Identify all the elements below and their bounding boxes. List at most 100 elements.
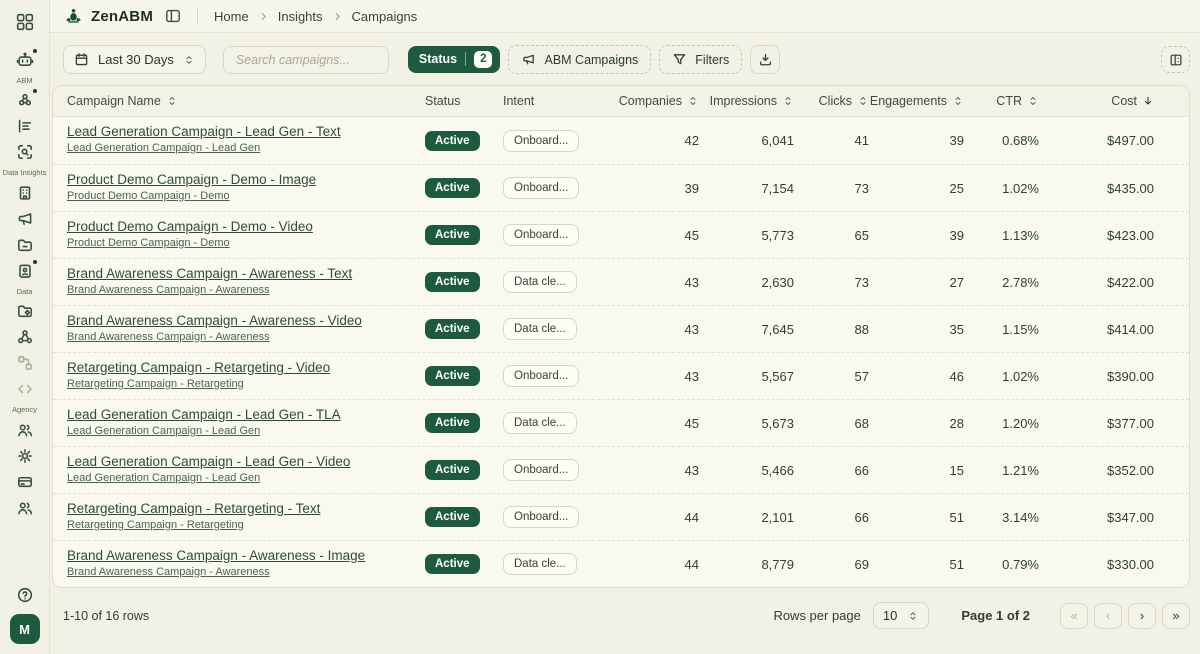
status-badge: Active [425, 366, 480, 386]
cost-cell: $330.00 [1039, 557, 1154, 572]
campaign-link[interactable]: Brand Awareness Campaign - Awareness - V… [67, 313, 425, 328]
campaign-group-link[interactable]: Retargeting Campaign - Retargeting [67, 378, 425, 390]
last-page-button[interactable]: » [1162, 603, 1190, 629]
report-list-icon[interactable] [16, 117, 34, 135]
table-row: Product Demo Campaign - Demo - Video Pro… [53, 211, 1189, 258]
impressions-cell: 2,101 [699, 510, 794, 525]
export-download-button[interactable] [750, 45, 780, 74]
status-filter-button[interactable]: Status 2 [408, 46, 501, 74]
intent-button[interactable]: Data cle... [503, 318, 577, 340]
column-header-engagements[interactable]: Engagements [869, 94, 964, 108]
breadcrumb: Home Insights Campaigns [214, 9, 417, 24]
campaigns-table: Campaign Name Status Intent Companies Im… [52, 85, 1190, 588]
code-icon[interactable] [16, 380, 34, 398]
campaign-link[interactable]: Lead Generation Campaign - Lead Gen - Vi… [67, 454, 425, 469]
id-badge-icon[interactable] [16, 262, 34, 280]
campaign-group-link[interactable]: Brand Awareness Campaign - Awareness [67, 566, 425, 578]
campaign-name-cell: Retargeting Campaign - Retargeting - Vid… [67, 360, 425, 393]
campaign-link[interactable]: Retargeting Campaign - Retargeting - Vid… [67, 360, 425, 375]
apps-grid-icon[interactable] [16, 13, 34, 31]
column-header-impressions[interactable]: Impressions [699, 94, 794, 108]
breadcrumb-campaigns[interactable]: Campaigns [352, 9, 418, 24]
campaign-group-link[interactable]: Lead Generation Campaign - Lead Gen [67, 425, 425, 437]
date-range-select[interactable]: Last 30 Days [63, 45, 206, 74]
table-row: Product Demo Campaign - Demo - Image Pro… [53, 164, 1189, 211]
sort-icon [857, 95, 869, 107]
help-icon[interactable] [16, 586, 34, 604]
intent-button[interactable]: Onboard... [503, 459, 579, 481]
intent-button[interactable]: Data cle... [503, 553, 577, 575]
previous-page-button[interactable]: ‹ [1094, 603, 1122, 629]
search-input[interactable] [223, 46, 389, 74]
folder-icon[interactable] [16, 236, 34, 254]
intent-button[interactable]: Data cle... [503, 412, 577, 434]
chevron-right-icon [258, 11, 269, 22]
users-icon[interactable] [16, 499, 34, 517]
campaign-link[interactable]: Lead Generation Campaign - Lead Gen - Te… [67, 124, 425, 139]
filters-button[interactable]: Filters [659, 45, 742, 74]
campaign-link[interactable]: Product Demo Campaign - Demo - Image [67, 172, 425, 187]
column-header-campaign-name[interactable]: Campaign Name [67, 94, 425, 108]
status-cell: Active [425, 225, 503, 245]
cluster-icon[interactable] [16, 91, 34, 109]
companies-cell: 43 [613, 322, 699, 337]
user-avatar[interactable]: M [10, 614, 40, 644]
settings-gear-icon[interactable] [16, 447, 34, 465]
column-settings-button[interactable] [1161, 46, 1190, 73]
column-header-clicks[interactable]: Clicks [794, 94, 869, 108]
campaign-link[interactable]: Lead Generation Campaign - Lead Gen - TL… [67, 407, 425, 422]
intent-button[interactable]: Onboard... [503, 365, 579, 387]
clicks-cell: 57 [794, 369, 869, 384]
campaign-link[interactable]: Product Demo Campaign - Demo - Video [67, 219, 425, 234]
building-icon[interactable] [16, 184, 34, 202]
abm-campaigns-button[interactable]: ABM Campaigns [508, 45, 651, 74]
status-filter-count-badge: 2 [474, 51, 492, 69]
impressions-cell: 5,673 [699, 416, 794, 431]
chevron-up-down-icon [183, 54, 195, 66]
folder-settings-icon[interactable] [16, 302, 34, 320]
campaign-group-link[interactable]: Lead Generation Campaign - Lead Gen [67, 142, 425, 154]
column-header-ctr[interactable]: CTR [964, 94, 1039, 108]
impressions-cell: 5,466 [699, 463, 794, 478]
intent-button[interactable]: Onboard... [503, 506, 579, 528]
impressions-cell: 8,779 [699, 557, 794, 572]
breadcrumb-insights[interactable]: Insights [278, 9, 323, 24]
nodes-icon[interactable] [16, 354, 34, 372]
megaphone-icon[interactable] [16, 210, 34, 228]
campaign-link[interactable]: Brand Awareness Campaign - Awareness - I… [67, 548, 425, 563]
impressions-cell: 5,567 [699, 369, 794, 384]
team-icon[interactable] [16, 421, 34, 439]
intent-button[interactable]: Onboard... [503, 177, 579, 199]
intent-button[interactable]: Onboard... [503, 224, 579, 246]
clicks-cell: 68 [794, 416, 869, 431]
intent-button[interactable]: Data cle... [503, 271, 577, 293]
engagements-cell: 51 [869, 557, 964, 572]
companies-cell: 39 [613, 181, 699, 196]
sort-icon [687, 95, 699, 107]
column-header-cost[interactable]: Cost [1039, 94, 1154, 108]
campaign-link[interactable]: Retargeting Campaign - Retargeting - Tex… [67, 501, 425, 516]
first-page-button[interactable]: « [1060, 603, 1088, 629]
bot-icon[interactable] [16, 51, 34, 69]
campaign-group-link[interactable]: Brand Awareness Campaign - Awareness [67, 331, 425, 343]
rows-per-page-select[interactable]: 10 [873, 602, 929, 629]
panel-toggle-icon[interactable] [165, 8, 181, 24]
campaign-group-link[interactable]: Lead Generation Campaign - Lead Gen [67, 472, 425, 484]
column-header-intent[interactable]: Intent [503, 94, 613, 108]
column-header-companies[interactable]: Companies [613, 94, 699, 108]
breadcrumb-home[interactable]: Home [214, 9, 249, 24]
billing-card-icon[interactable] [16, 473, 34, 491]
campaign-group-link[interactable]: Retargeting Campaign - Retargeting [67, 519, 425, 531]
column-header-status[interactable]: Status [425, 94, 503, 108]
webhook-icon[interactable] [16, 328, 34, 346]
scan-search-icon[interactable] [16, 143, 34, 161]
campaign-name-cell: Lead Generation Campaign - Lead Gen - Vi… [67, 454, 425, 487]
status-cell: Active [425, 554, 503, 574]
next-page-button[interactable]: › [1128, 603, 1156, 629]
campaign-group-link[interactable]: Product Demo Campaign - Demo [67, 237, 425, 249]
intent-button[interactable]: Onboard... [503, 130, 579, 152]
campaign-link[interactable]: Brand Awareness Campaign - Awareness - T… [67, 266, 425, 281]
rows-per-page: Rows per page 10 [773, 602, 929, 629]
campaign-group-link[interactable]: Product Demo Campaign - Demo [67, 190, 425, 202]
campaign-group-link[interactable]: Brand Awareness Campaign - Awareness [67, 284, 425, 296]
